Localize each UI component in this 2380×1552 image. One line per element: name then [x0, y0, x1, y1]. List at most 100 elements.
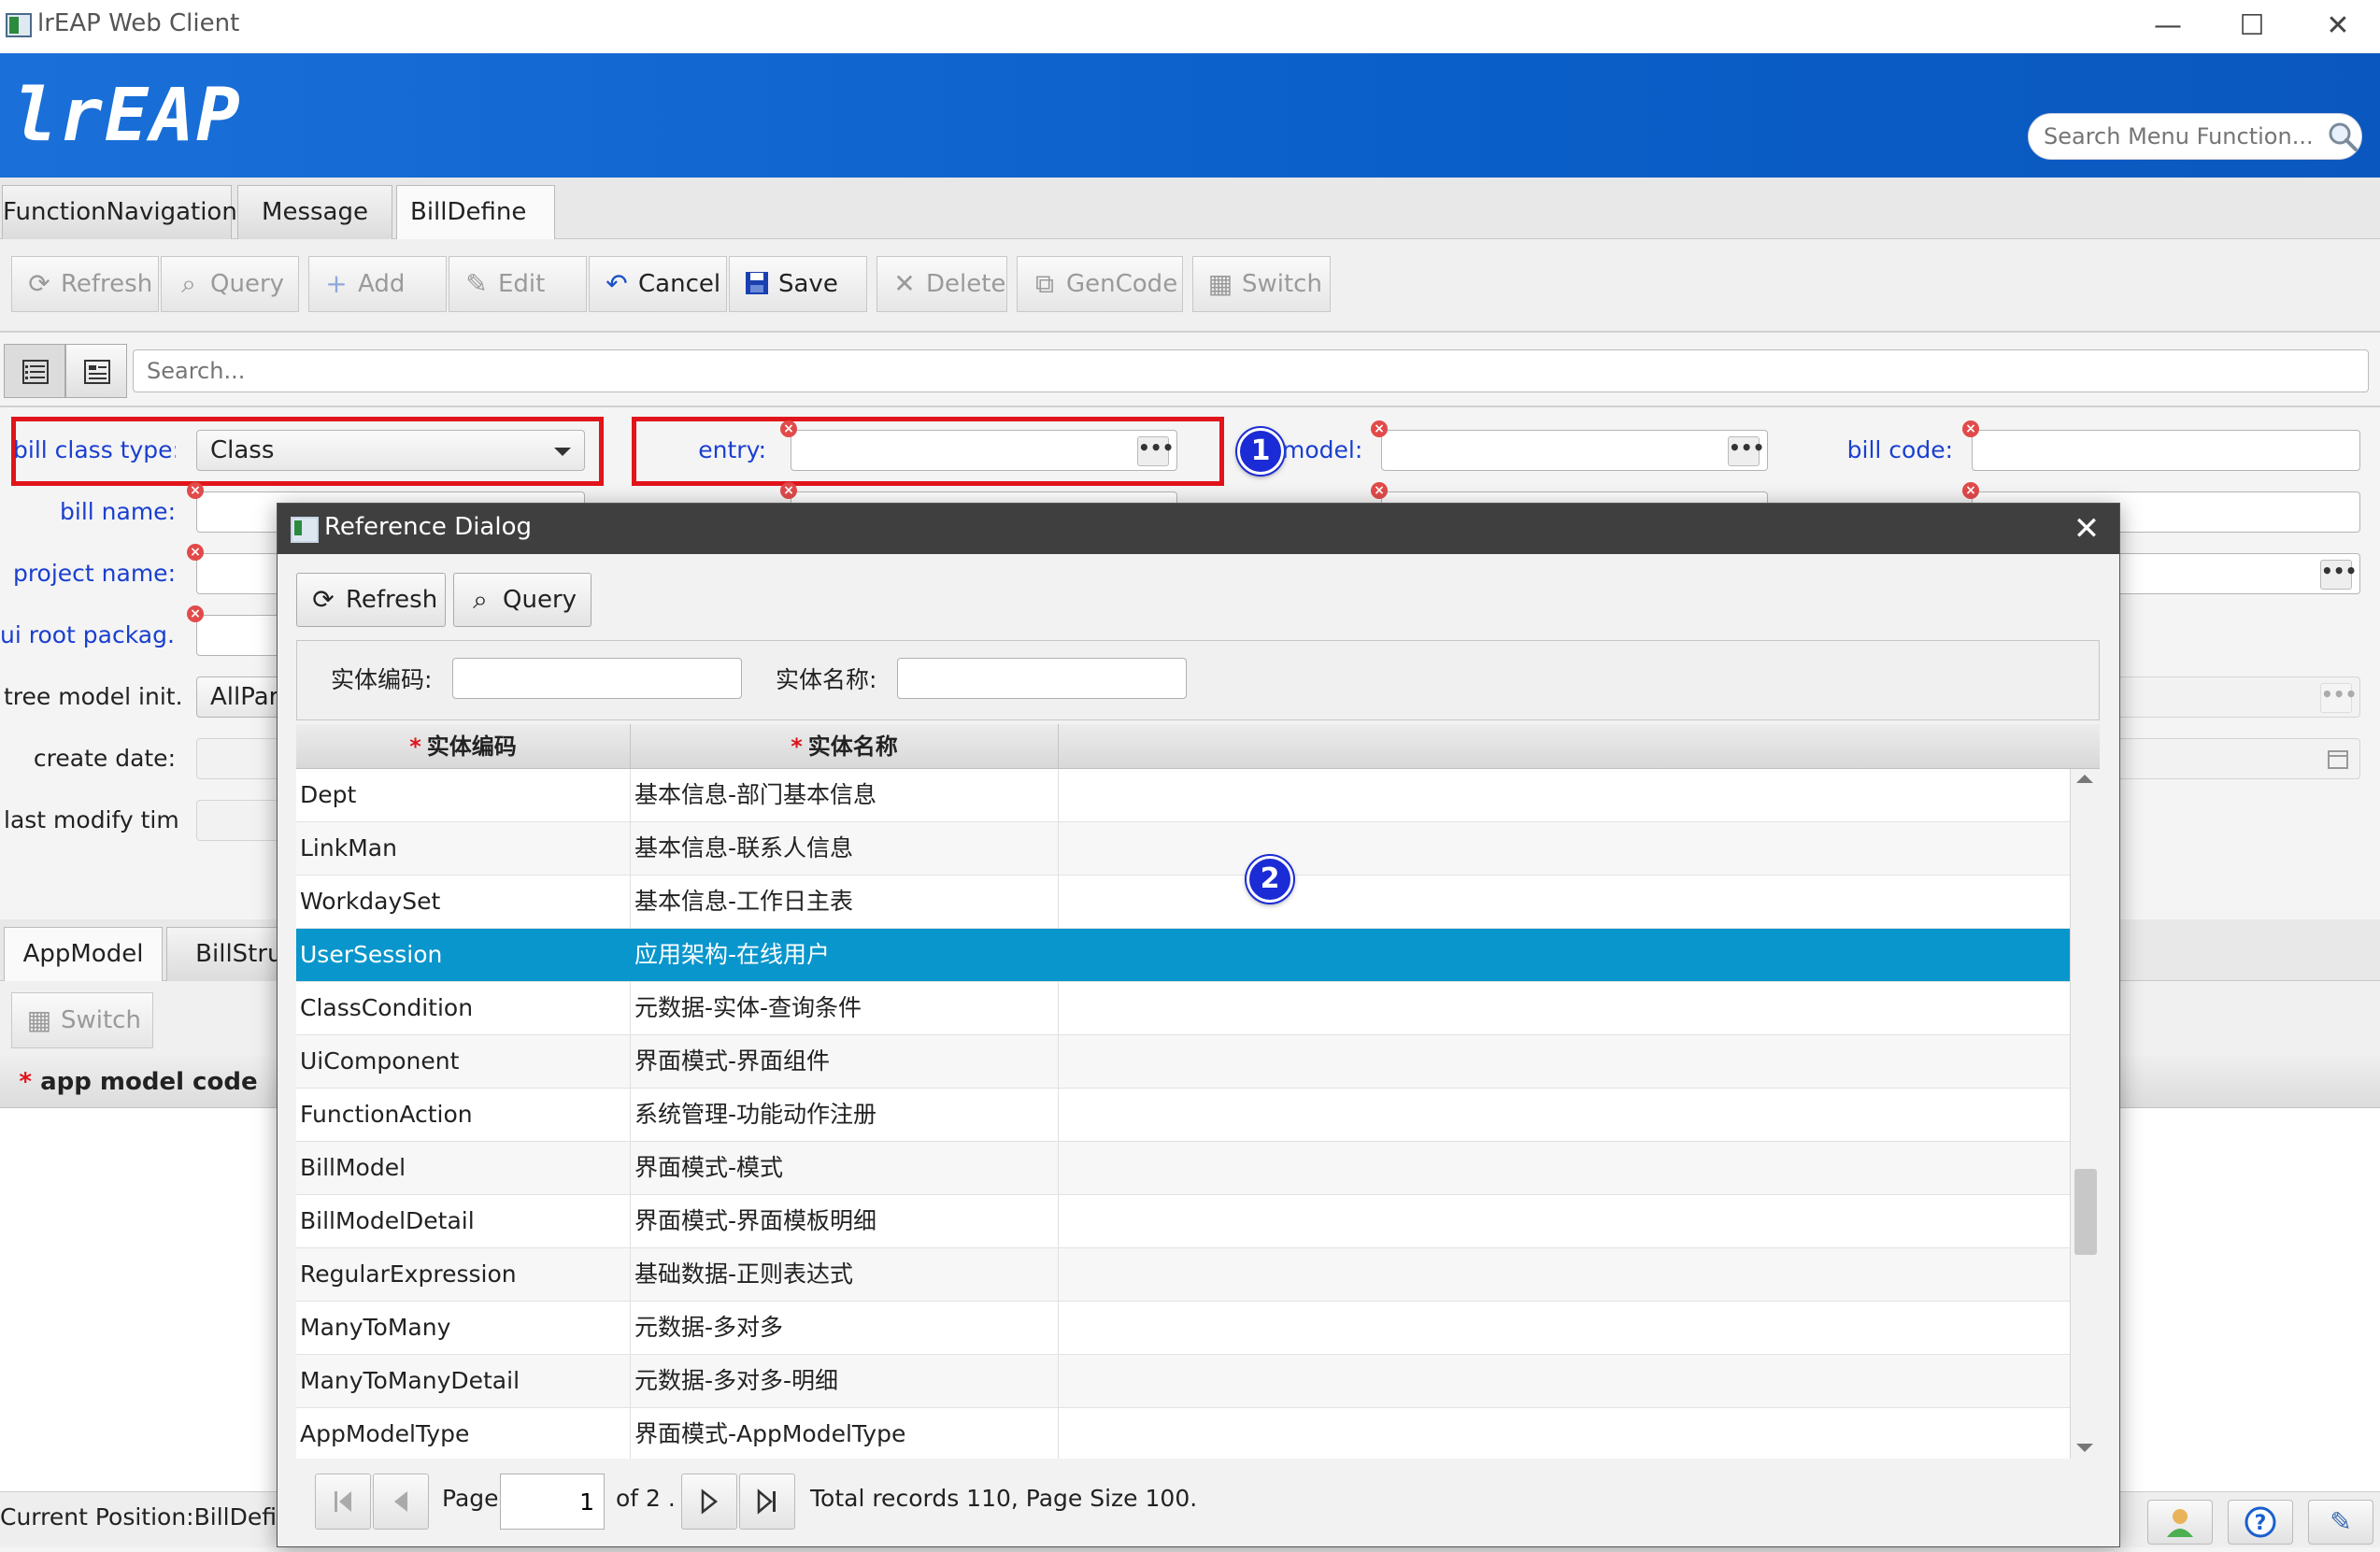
save-button[interactable]: Save — [729, 256, 867, 312]
table-row[interactable]: RegularExpression 基础数据-正则表达式 — [296, 1248, 2070, 1302]
notes-button[interactable]: ✎ — [2308, 1500, 2373, 1545]
search-row — [0, 335, 2380, 407]
tab-billdefine[interactable]: BillDefine ✕ — [396, 185, 555, 278]
model-field[interactable]: ••• — [1381, 430, 1768, 471]
model-lookup-button[interactable]: ••• — [1728, 436, 1764, 466]
dialog-vertical-scrollbar[interactable] — [2070, 769, 2100, 1459]
cell-entity-name: 系统管理-功能动作注册 — [631, 1089, 1059, 1141]
last-modify-time-label: last modify tim... — [4, 806, 181, 833]
menu-search-input[interactable] — [2028, 113, 2362, 160]
first-page-button[interactable] — [315, 1474, 371, 1530]
ui-root-package-label: ui root packag... — [0, 621, 176, 648]
create-date-label: create date: — [33, 745, 176, 772]
model-label: model: — [1282, 436, 1363, 463]
cell-entity-name: 界面模式-界面模板明细 — [631, 1195, 1059, 1247]
notes-icon: ✎ — [2330, 1506, 2352, 1537]
last-page-button[interactable] — [739, 1474, 795, 1530]
edit-button[interactable]: ✎ Edit — [449, 256, 587, 312]
tree-model-init-label: tree model init... — [4, 683, 181, 710]
cell-entity-code: ManyToMany — [296, 1302, 631, 1354]
dialog-close-icon[interactable]: ✕ — [2062, 507, 2111, 550]
scrollbar-thumb[interactable] — [2074, 1169, 2097, 1255]
bill-name-label: bill name: — [60, 498, 176, 525]
table-row[interactable]: UiComponent 界面模式-界面组件 — [296, 1035, 2070, 1089]
cell-entity-code: Dept — [296, 769, 631, 821]
last-page-icon — [757, 1488, 776, 1515]
undo-icon: ↶ — [606, 268, 628, 299]
card-view-button[interactable] — [65, 344, 127, 398]
table-row[interactable]: ClassCondition 元数据-实体-查询条件 — [296, 982, 2070, 1035]
grid-search-input[interactable] — [133, 349, 2369, 392]
maximize-button[interactable]: ☐ — [2224, 6, 2280, 47]
bill-code-field[interactable] — [1972, 430, 2360, 471]
user-button[interactable] — [2147, 1500, 2213, 1545]
dialog-title: Reference Dialog — [324, 513, 533, 541]
page-number-input[interactable] — [500, 1474, 605, 1530]
col-app-model-code[interactable]: * app model code — [0, 1056, 277, 1108]
list-icon — [22, 360, 49, 384]
main-tab-bar: FunctionNavigation Message BillDefine ✕ — [0, 178, 2380, 278]
cell-entity-name: 基本信息-部门基本信息 — [631, 769, 1059, 821]
table-row[interactable]: BillModelDetail 界面模式-界面模板明细 — [296, 1195, 2070, 1248]
switch-button[interactable]: ▦ Switch — [1192, 256, 1331, 312]
table-row[interactable]: UserSession 应用架构-在线用户 — [296, 929, 2070, 982]
close-window-button[interactable]: ✕ — [2310, 6, 2366, 47]
table-row[interactable]: Dept 基本信息-部门基本信息 — [296, 769, 2070, 822]
error-icon: × — [1371, 420, 1388, 437]
app-icon — [6, 13, 32, 37]
table-row[interactable]: AppModelType 界面模式-AppModelType — [296, 1408, 2070, 1459]
window-titlebar: lrEAP Web Client — ☐ ✕ — [0, 0, 2380, 53]
cancel-button[interactable]: ↶ Cancel — [589, 256, 727, 312]
dialog-refresh-button[interactable]: ⟳ Refresh — [296, 573, 446, 627]
bill-class-type-select[interactable]: Class — [196, 430, 585, 471]
table-row[interactable]: ManyToManyDetail 元数据-多对多-明细 — [296, 1355, 2070, 1408]
previous-page-button[interactable] — [373, 1474, 429, 1530]
cell-entity-code: BillModelDetail — [296, 1195, 631, 1247]
error-icon: × — [780, 482, 797, 499]
query-button[interactable]: ⌕ Query — [161, 256, 299, 312]
dialog-query-button[interactable]: ⌕ Query — [453, 573, 591, 627]
list-view-button[interactable] — [4, 344, 65, 398]
tab-function-navigation[interactable]: FunctionNavigation — [2, 185, 237, 239]
error-icon: × — [1371, 482, 1388, 499]
col-entity-code[interactable]: * 实体编码 — [296, 724, 631, 769]
magnifier-icon: ⌕ — [473, 584, 488, 615]
dialog-grid-body: Dept 基本信息-部门基本信息 LinkMan 基本信息-联系人信息 WorkdayS… — [296, 769, 2070, 1459]
delete-x-icon: ✕ — [893, 268, 916, 299]
dialog-pager: Page of 2 . Total records 110, Page Size… — [296, 1474, 2100, 1533]
entry-lookup-button[interactable]: ••• — [1137, 436, 1174, 466]
magnifier-icon: ⌕ — [181, 268, 196, 299]
table-row[interactable]: WorkdaySet 基本信息-工作日主表 — [296, 876, 2070, 929]
dialog-titlebar: Reference Dialog — [278, 504, 2119, 554]
dialog-grid-header: * 实体编码 * 实体名称 — [296, 724, 2100, 769]
cell-entity-code: RegularExpression — [296, 1248, 631, 1301]
cell-entity-code: FunctionAction — [296, 1089, 631, 1141]
refresh-button[interactable]: ⟳ Refresh — [11, 256, 159, 312]
search-icon[interactable] — [2327, 121, 2359, 152]
detail-switch-button[interactable]: ▦ Switch — [11, 992, 153, 1048]
table-row[interactable]: LinkMan 基本信息-联系人信息 — [296, 822, 2070, 876]
filter-code-input[interactable] — [452, 658, 742, 699]
tab-appmodel[interactable]: AppModel — [4, 927, 163, 981]
tab-message[interactable]: Message — [237, 185, 392, 239]
help-button[interactable]: ? — [2228, 1500, 2293, 1545]
table-row[interactable]: BillModel 界面模式-模式 — [296, 1142, 2070, 1195]
gencode-button[interactable]: ⧉ GenCode — [1017, 256, 1183, 312]
scroll-down-arrow-icon[interactable] — [2076, 1444, 2093, 1452]
gencode-icon: ⧉ — [1035, 268, 1054, 299]
entry-field[interactable]: ••• — [791, 430, 1177, 471]
switch-icon: ▦ — [1207, 268, 1233, 299]
col-entity-name[interactable]: * 实体名称 — [631, 724, 1059, 769]
floppy-disk-icon — [743, 270, 771, 298]
minimize-button[interactable]: — — [2140, 6, 2196, 47]
filter-name-input[interactable] — [897, 658, 1187, 699]
next-page-button[interactable] — [681, 1474, 737, 1530]
row3-lookup-button[interactable]: ••• — [2320, 560, 2357, 590]
table-row[interactable]: ManyToMany 元数据-多对多 — [296, 1302, 2070, 1355]
bill-class-type-value: Class — [210, 436, 275, 464]
total-records-text: Total records 110, Page Size 100. — [810, 1485, 1198, 1512]
table-row[interactable]: FunctionAction 系统管理-功能动作注册 — [296, 1089, 2070, 1142]
scroll-up-arrow-icon[interactable] — [2076, 775, 2093, 783]
add-button[interactable]: + Add — [308, 256, 447, 312]
delete-button[interactable]: ✕ Delete — [876, 256, 1007, 312]
